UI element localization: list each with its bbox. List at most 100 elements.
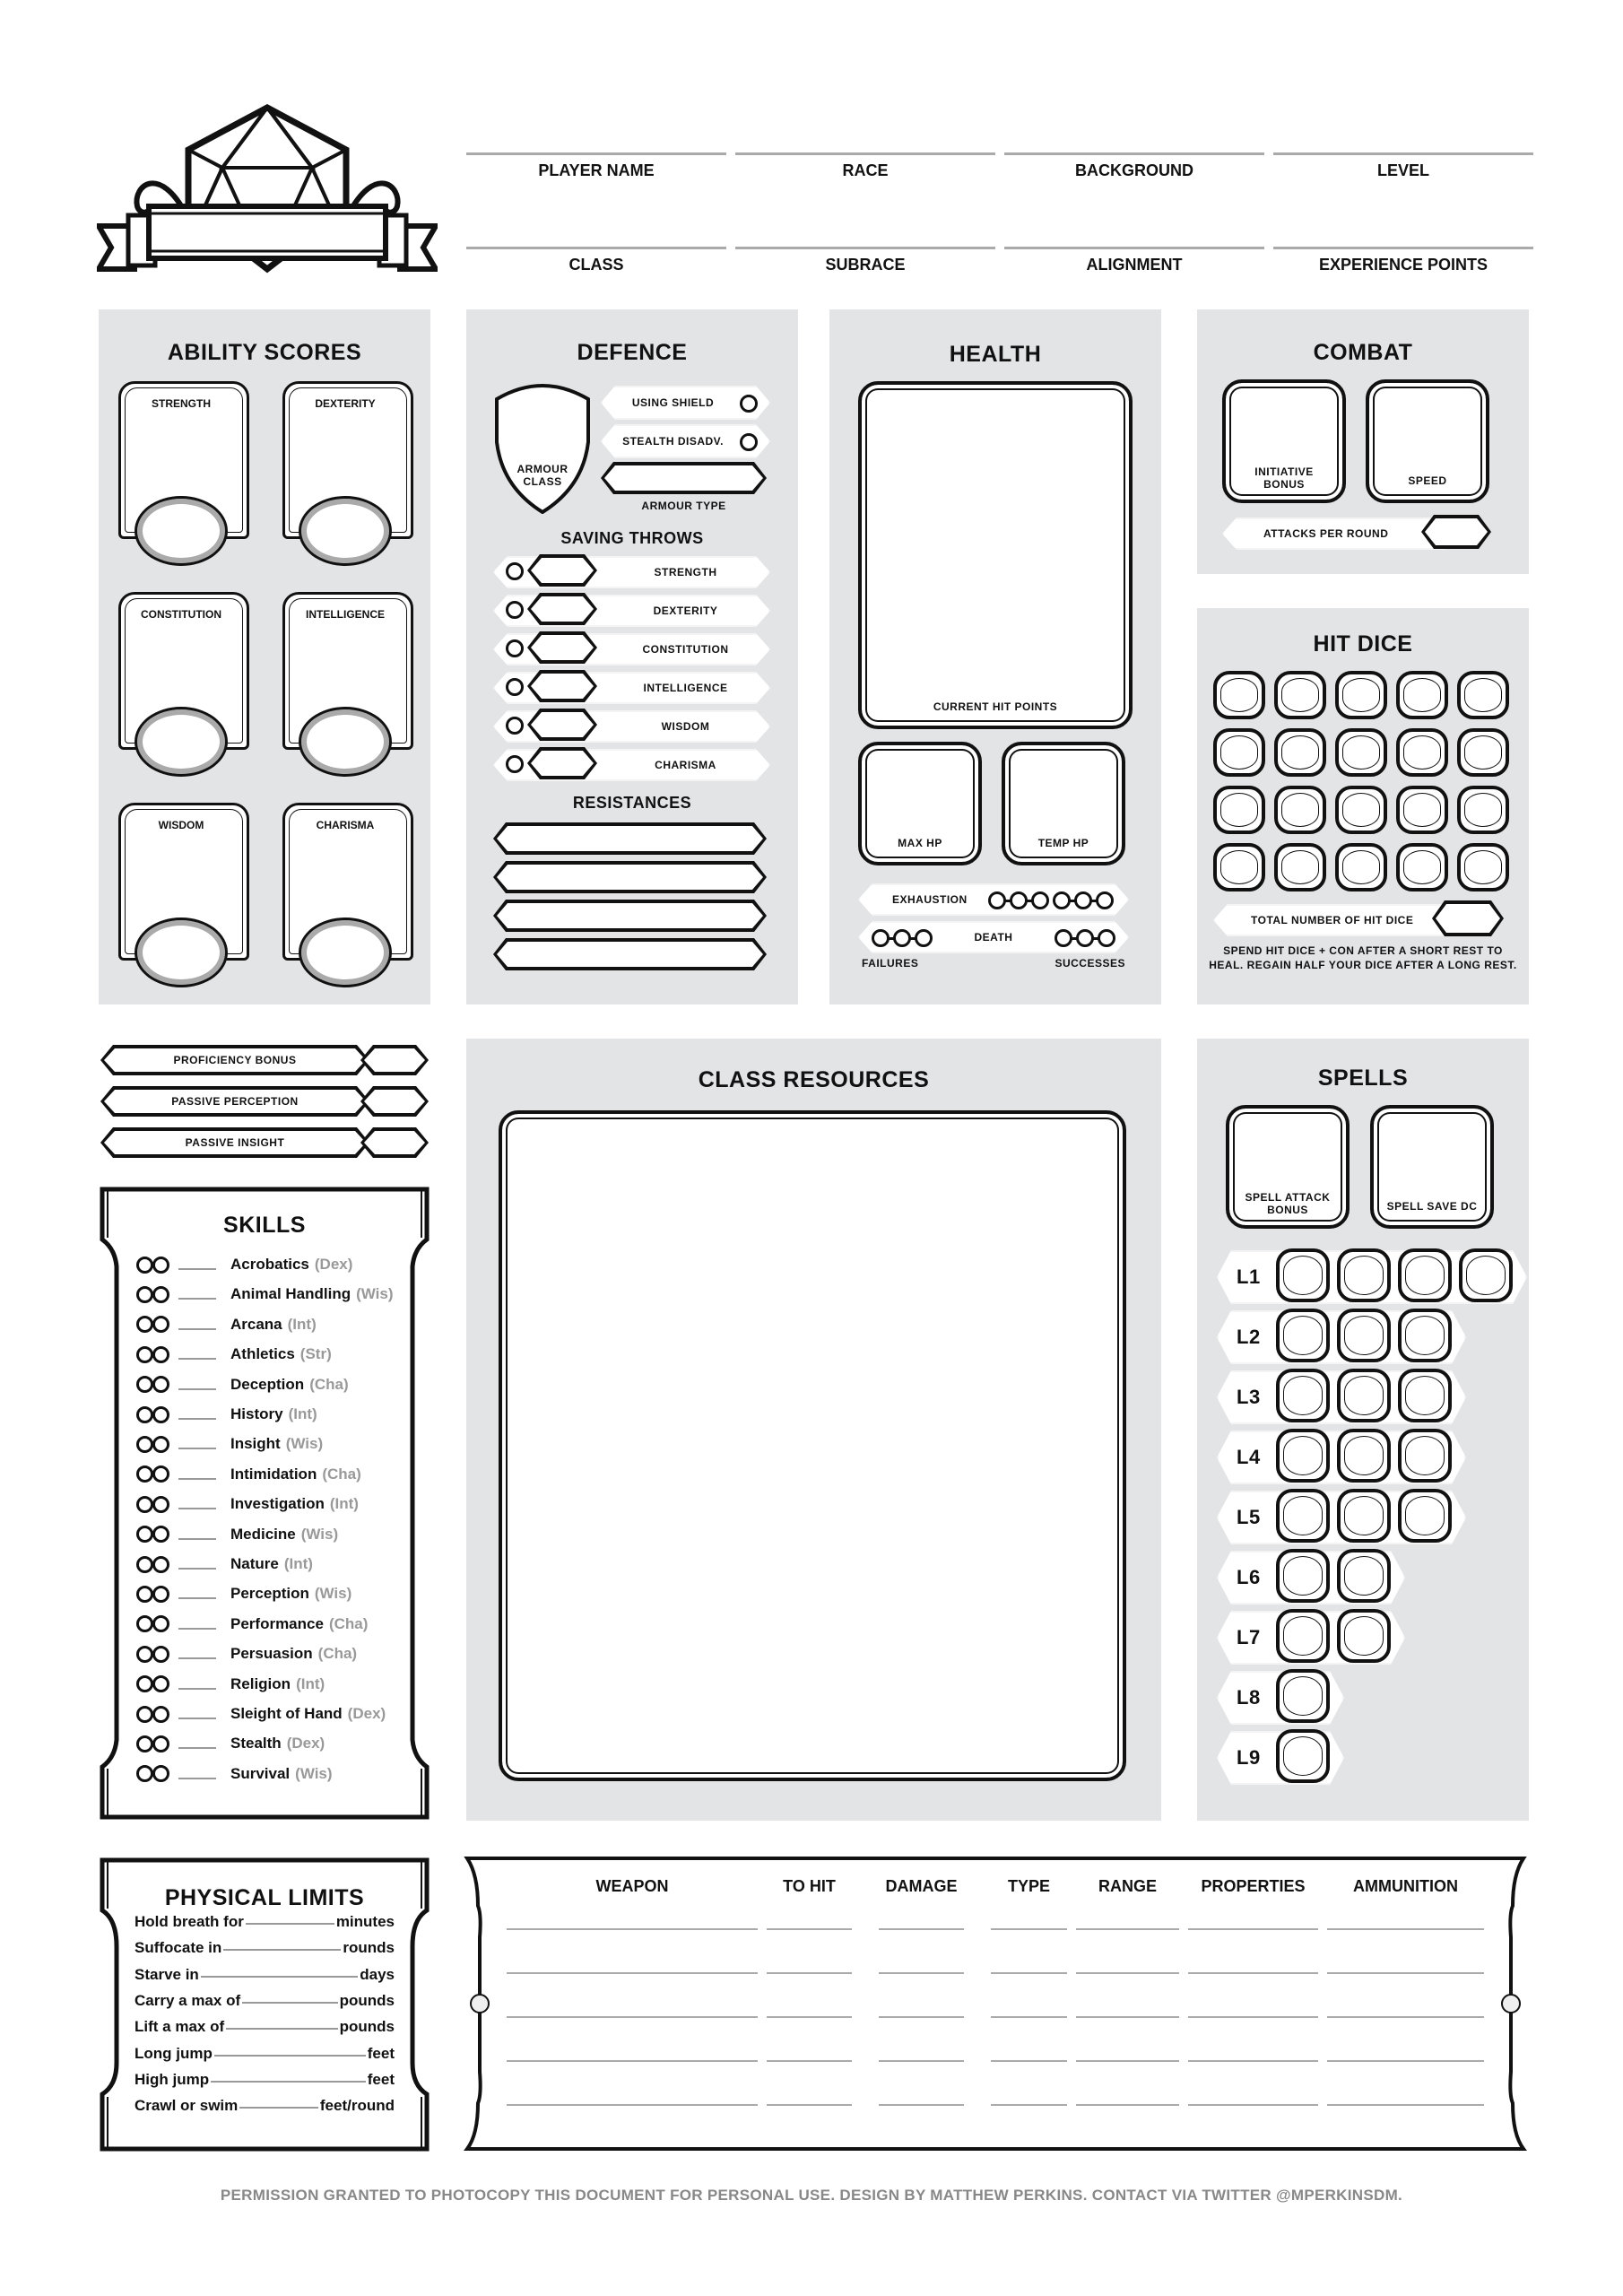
spell-slot-box[interactable] (1337, 1248, 1391, 1302)
using-shield-row[interactable]: USING SHIELD (601, 386, 770, 420)
modifier-oval[interactable] (299, 918, 392, 987)
expertise-ring[interactable] (152, 1526, 169, 1544)
weapon-cell-line[interactable] (507, 1928, 758, 1930)
weapon-cell-line[interactable] (1327, 2060, 1484, 2062)
hit-die-box[interactable] (1213, 843, 1265, 891)
limit-input[interactable] (226, 2028, 338, 2031)
bonus-input[interactable] (360, 1045, 429, 1075)
skill-bonus-field[interactable] (178, 1259, 216, 1270)
proficiency-ring[interactable] (136, 1345, 153, 1363)
tracker-circle[interactable] (1010, 891, 1028, 909)
expertise-ring[interactable] (152, 1345, 169, 1363)
ability-charisma[interactable]: CHARISMA (282, 803, 413, 987)
weapon-cell-line[interactable] (507, 2060, 758, 2062)
spell-slot-box[interactable] (1398, 1429, 1452, 1483)
spell-slot-box[interactable] (1398, 1489, 1452, 1543)
spell-slot-box[interactable] (1276, 1369, 1330, 1422)
limit-input[interactable] (211, 2080, 366, 2083)
death-successes-tracker[interactable] (1055, 929, 1115, 947)
stealth-disadv-row[interactable]: STEALTH DISADV. (601, 424, 770, 458)
saving-throw-input[interactable] (527, 554, 597, 587)
hit-die-box[interactable] (1213, 786, 1265, 834)
proficiency-ring[interactable] (136, 1285, 153, 1303)
saving-throw-input[interactable] (527, 709, 597, 741)
modifier-oval[interactable] (299, 496, 392, 566)
spell-slot-box[interactable] (1276, 1549, 1330, 1603)
modifier-oval[interactable] (135, 496, 228, 566)
bonus-input[interactable] (360, 1086, 429, 1117)
expertise-ring[interactable] (152, 1645, 169, 1663)
skill-bonus-field[interactable] (178, 1588, 216, 1600)
subrace-line[interactable] (735, 247, 995, 249)
expertise-ring[interactable] (152, 1316, 169, 1334)
proficiency-ring[interactable] (136, 1705, 153, 1723)
modifier-oval[interactable] (135, 707, 228, 777)
skill-bonus-field[interactable] (178, 1648, 216, 1660)
spell-slot-box[interactable] (1398, 1369, 1452, 1422)
proficiency-ring[interactable] (136, 1735, 153, 1752)
limit-input[interactable] (239, 2107, 318, 2109)
weapon-cell-line[interactable] (879, 1928, 964, 1930)
hit-die-box[interactable] (1335, 728, 1387, 777)
hit-die-box[interactable] (1274, 843, 1326, 891)
weapon-cell-line[interactable] (1188, 2060, 1318, 2062)
hit-die-box[interactable] (1274, 786, 1326, 834)
saving-throw-proficiency-checkbox[interactable] (506, 755, 524, 773)
spell-slot-box[interactable] (1276, 1429, 1330, 1483)
spell-slot-box[interactable] (1398, 1309, 1452, 1362)
weapon-cell-line[interactable] (879, 2016, 964, 2018)
ability-dexterity[interactable]: DEXTERITY (282, 381, 413, 566)
spell-slot-box[interactable] (1337, 1369, 1391, 1422)
weapon-cell-line[interactable] (1188, 1972, 1318, 1974)
experience-points-line[interactable] (1273, 247, 1533, 249)
weapon-cell-line[interactable] (507, 2016, 758, 2018)
saving-throw-input[interactable] (527, 593, 597, 625)
expertise-ring[interactable] (152, 1615, 169, 1633)
weapon-cell-line[interactable] (1076, 1972, 1179, 1974)
hit-die-box[interactable] (1457, 728, 1509, 777)
saving-throw-proficiency-checkbox[interactable] (506, 717, 524, 735)
hit-die-box[interactable] (1274, 671, 1326, 719)
tracker-circle[interactable] (915, 929, 933, 947)
proficiency-ring[interactable] (136, 1495, 153, 1513)
skill-bonus-field[interactable] (178, 1769, 216, 1779)
proficiency-ring[interactable] (136, 1615, 153, 1633)
weapon-cell-line[interactable] (991, 2104, 1067, 2106)
skill-bonus-field[interactable] (178, 1529, 216, 1540)
spell-slot-box[interactable] (1337, 1429, 1391, 1483)
weapon-cell-line[interactable] (1188, 2016, 1318, 2018)
spell-slot-box[interactable] (1337, 1309, 1391, 1362)
death-failures-tracker[interactable] (872, 929, 932, 947)
resistance-input[interactable] (493, 938, 767, 970)
expertise-ring[interactable] (152, 1465, 169, 1483)
hit-die-box[interactable] (1335, 786, 1387, 834)
spell-slot-box[interactable] (1276, 1609, 1330, 1663)
spell-slot-box[interactable] (1276, 1669, 1330, 1723)
hit-die-box[interactable] (1396, 786, 1448, 834)
class-line[interactable] (466, 247, 726, 249)
expertise-ring[interactable] (152, 1495, 169, 1513)
armour-class-shield[interactable]: ARMOUR CLASS (493, 379, 592, 515)
hit-die-box[interactable] (1274, 728, 1326, 777)
weapon-cell-line[interactable] (991, 1972, 1067, 1974)
bonus-input[interactable] (360, 1127, 429, 1158)
expertise-ring[interactable] (152, 1285, 169, 1303)
hit-die-box[interactable] (1335, 843, 1387, 891)
hit-die-box[interactable] (1396, 843, 1448, 891)
spell-slot-box[interactable] (1337, 1609, 1391, 1663)
spell-slot-box[interactable] (1276, 1309, 1330, 1362)
modifier-oval[interactable] (299, 707, 392, 777)
proficiency-ring[interactable] (136, 1645, 153, 1663)
proficiency-ring[interactable] (136, 1526, 153, 1544)
limit-input[interactable] (242, 2001, 338, 2004)
hit-die-box[interactable] (1457, 843, 1509, 891)
spell-slot-box[interactable] (1276, 1489, 1330, 1543)
weapon-cell-line[interactable] (1076, 2016, 1179, 2018)
tracker-circle[interactable] (1053, 891, 1071, 909)
using-shield-checkbox[interactable] (740, 395, 758, 413)
hit-die-box[interactable] (1213, 728, 1265, 777)
weapon-cell-line[interactable] (1327, 2104, 1484, 2106)
skill-bonus-field[interactable] (178, 1349, 216, 1361)
limit-input[interactable] (213, 2054, 366, 2057)
skill-bonus-field[interactable] (178, 1409, 216, 1420)
